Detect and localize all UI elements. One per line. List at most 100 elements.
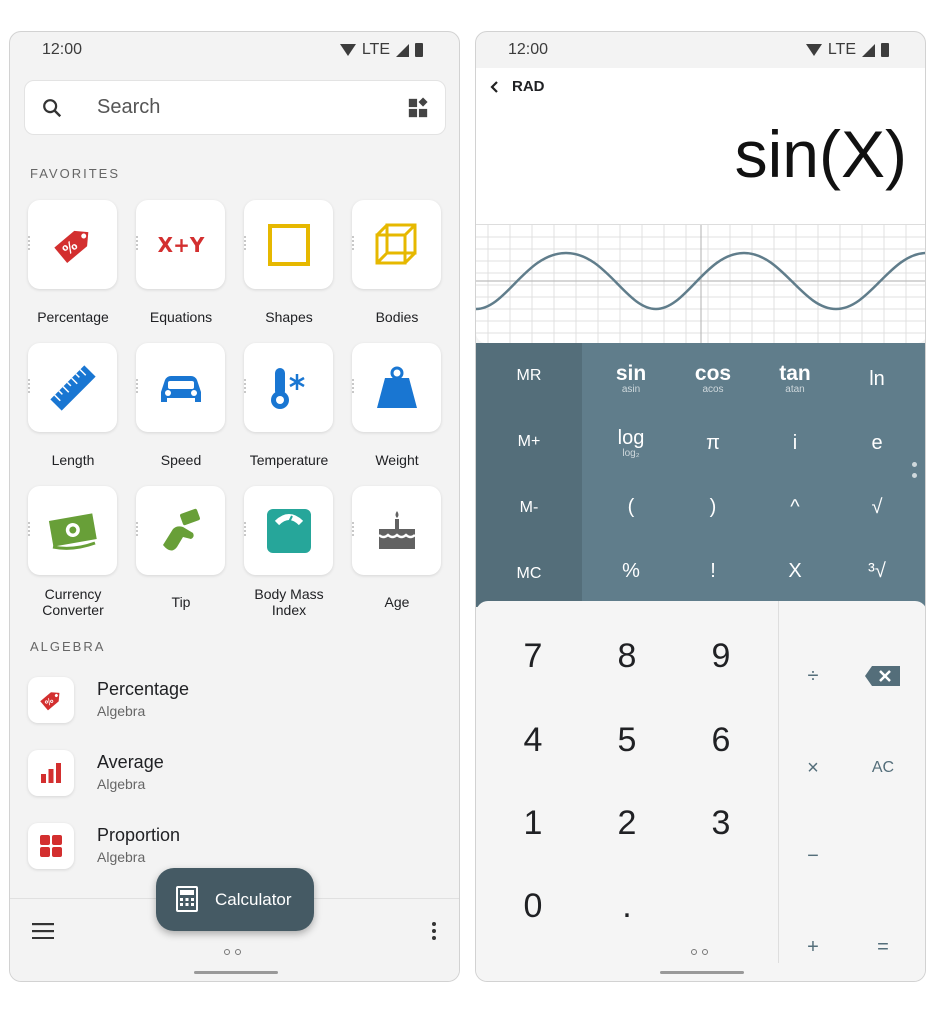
more-vert-icon[interactable] bbox=[431, 921, 437, 941]
sin-button[interactable]: sin asin bbox=[590, 349, 672, 409]
drag-handle[interactable] bbox=[28, 522, 31, 536]
decimal-point-button[interactable]: . bbox=[582, 876, 672, 936]
all-clear-button[interactable]: AC bbox=[848, 738, 918, 798]
algebra-header: ALGEBRA bbox=[30, 639, 106, 654]
cell-signal-icon bbox=[862, 43, 875, 57]
search-icon bbox=[43, 99, 62, 118]
factorial-button[interactable]: ! bbox=[672, 541, 754, 601]
ln-button[interactable]: ln bbox=[836, 349, 918, 409]
tile-percentage[interactable]: % bbox=[28, 200, 117, 289]
log-button[interactable]: log log₂ bbox=[590, 413, 672, 473]
search-input[interactable]: Search bbox=[97, 96, 160, 119]
angle-mode-toggle[interactable]: RAD bbox=[512, 78, 545, 95]
tan-button[interactable]: tan atan bbox=[754, 349, 836, 409]
digit-8-button[interactable]: 8 bbox=[582, 626, 672, 686]
drag-handle[interactable] bbox=[28, 379, 31, 393]
tile-label-percentage: Percentage bbox=[37, 309, 109, 325]
digit-3-button[interactable]: 3 bbox=[676, 793, 766, 853]
chevron-left-icon[interactable] bbox=[488, 80, 502, 94]
tile-equations[interactable]: X+Y bbox=[136, 200, 225, 289]
scale-icon bbox=[266, 508, 311, 553]
drag-handle[interactable] bbox=[28, 236, 31, 250]
battery-icon bbox=[415, 43, 423, 57]
drag-handle[interactable] bbox=[352, 236, 355, 250]
tile-label-temperature: Temperature bbox=[249, 452, 329, 468]
drag-handle[interactable] bbox=[352, 379, 355, 393]
tile-age[interactable] bbox=[352, 486, 441, 575]
home-indicator[interactable] bbox=[660, 971, 744, 974]
tile-shapes[interactable] bbox=[244, 200, 333, 289]
hamburger-menu-icon[interactable] bbox=[32, 923, 54, 939]
drag-handle[interactable] bbox=[244, 522, 247, 536]
mc-button[interactable]: MC bbox=[476, 541, 582, 607]
tile-body-mass-index[interactable] bbox=[244, 486, 333, 575]
converter-home-screen: 12:00 LTE Search FAVORITES % Percentage … bbox=[9, 31, 460, 982]
list-item-percentage[interactable]: % Percentage Algebra bbox=[28, 677, 428, 727]
digit-9-button[interactable]: 9 bbox=[676, 626, 766, 686]
drag-handle[interactable] bbox=[136, 236, 139, 250]
tile-label-length: Length bbox=[51, 452, 95, 468]
drag-handle[interactable] bbox=[136, 379, 139, 393]
pi-button[interactable]: π bbox=[672, 413, 754, 473]
calculator-button[interactable]: Calculator bbox=[156, 868, 314, 931]
search-bar[interactable]: Search bbox=[24, 80, 446, 135]
network-label: LTE bbox=[827, 41, 856, 58]
calculator-display: RAD sin(X) bbox=[476, 68, 925, 224]
power-button[interactable]: ^ bbox=[754, 477, 836, 537]
drag-handle[interactable] bbox=[244, 236, 247, 250]
tile-weight[interactable] bbox=[352, 343, 441, 432]
multiply-button[interactable]: × bbox=[778, 738, 848, 798]
cos-button[interactable]: cos acos bbox=[672, 349, 754, 409]
digit-6-button[interactable]: 6 bbox=[676, 710, 766, 770]
percent-button[interactable]: % bbox=[590, 541, 672, 601]
m-plus-button[interactable]: M+ bbox=[476, 409, 582, 475]
number-keypad: 7 8 9 4 5 6 1 2 3 0 . ÷ × AC − + = bbox=[476, 601, 925, 981]
tile-bodies[interactable] bbox=[352, 200, 441, 289]
list-item-proportion[interactable]: Proportion Algebra bbox=[28, 823, 428, 873]
tile-temperature[interactable] bbox=[244, 343, 333, 432]
tile-label-age: Age bbox=[384, 594, 410, 610]
drag-handle[interactable] bbox=[136, 522, 139, 536]
mr-button[interactable]: MR bbox=[476, 343, 582, 409]
digit-4-button[interactable]: 4 bbox=[488, 710, 578, 770]
plus-button[interactable]: + bbox=[778, 917, 848, 977]
backspace-button[interactable] bbox=[848, 646, 918, 706]
equals-button[interactable]: = bbox=[848, 917, 918, 977]
m-minus-button[interactable]: M- bbox=[476, 475, 582, 541]
drag-handle[interactable] bbox=[352, 522, 355, 536]
tile-label-shapes: Shapes bbox=[265, 309, 313, 325]
backspace-icon bbox=[865, 666, 900, 686]
digit-1-button[interactable]: 1 bbox=[488, 793, 578, 853]
euler-button[interactable]: e bbox=[836, 413, 918, 473]
tile-speed[interactable] bbox=[136, 343, 225, 432]
imaginary-button[interactable]: i bbox=[754, 413, 836, 473]
weight-icon bbox=[376, 366, 417, 408]
tile-length[interactable] bbox=[28, 343, 117, 432]
cube-root-button[interactable]: ³√ bbox=[836, 541, 918, 601]
cake-icon bbox=[377, 510, 416, 549]
list-item-average[interactable]: Average Algebra bbox=[28, 750, 428, 800]
digit-0-button[interactable]: 0 bbox=[488, 876, 578, 936]
status-time: 12:00 bbox=[508, 41, 549, 58]
list-item-subtitle: Algebra bbox=[97, 776, 146, 792]
home-indicator[interactable] bbox=[194, 971, 278, 974]
divide-button[interactable]: ÷ bbox=[778, 646, 848, 706]
drag-handle[interactable] bbox=[244, 379, 247, 393]
tile-label-speed: Speed bbox=[160, 452, 202, 468]
sqrt-button[interactable]: √ bbox=[836, 477, 918, 537]
widgets-icon[interactable] bbox=[407, 97, 429, 119]
variable-x-button[interactable]: X bbox=[754, 541, 836, 601]
tile-tip[interactable] bbox=[136, 486, 225, 575]
digit-7-button[interactable]: 7 bbox=[488, 626, 578, 686]
minus-button[interactable]: − bbox=[778, 826, 848, 886]
close-paren-button[interactable]: ) bbox=[672, 477, 754, 537]
list-item-title: Average bbox=[97, 752, 164, 772]
digit-5-button[interactable]: 5 bbox=[582, 710, 672, 770]
cell-signal-icon bbox=[396, 43, 409, 57]
status-time: 12:00 bbox=[42, 41, 83, 58]
open-paren-button[interactable]: ( bbox=[590, 477, 672, 537]
network-label: LTE bbox=[361, 41, 390, 58]
tile-currency-converter[interactable] bbox=[28, 486, 117, 575]
wifi-icon bbox=[339, 44, 356, 56]
digit-2-button[interactable]: 2 bbox=[582, 793, 672, 853]
